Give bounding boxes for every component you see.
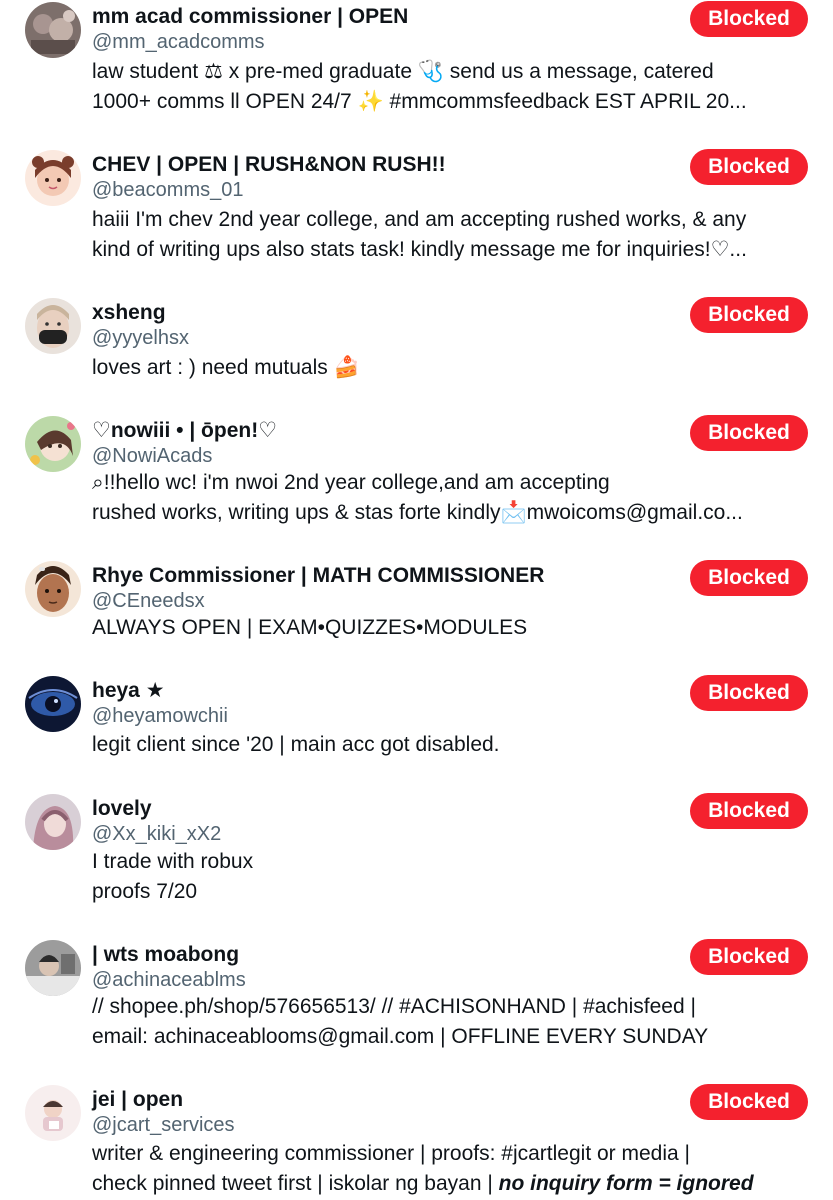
username[interactable]: @yyyelhsx	[92, 326, 189, 350]
username[interactable]: @achinaceablms	[92, 968, 246, 992]
avatar[interactable]	[25, 2, 81, 58]
avatar[interactable]	[25, 150, 81, 206]
display-name[interactable]: ♡nowiii • | ōpen!♡	[92, 418, 277, 444]
avatar[interactable]	[25, 561, 81, 617]
bio-line: rushed works, writing ups & stas forte k…	[92, 501, 743, 524]
bio-line: proofs 7/20	[92, 880, 198, 903]
username[interactable]: @NowiAcads	[92, 444, 212, 468]
bio-line: ALWAYS OPEN | EXAM•QUIZZES•MODULES	[92, 616, 528, 639]
username[interactable]: @Xx_kiki_xX2	[92, 822, 221, 846]
user-bio: ⌕!!hello wc! i'm nwoi 2nd year college,a…	[92, 468, 812, 528]
bio-line: ⌕!!hello wc! i'm nwoi 2nd year college,a…	[92, 471, 610, 494]
bio-line: 1000+ comms ll OPEN 24/7 ✨ #mmcommsfeedb…	[92, 90, 747, 113]
bio-emphasis: no inquiry form = ignored	[498, 1172, 754, 1195]
username[interactable]: @heyamowchii	[92, 704, 228, 728]
blocked-button[interactable]: Blocked	[690, 675, 808, 711]
user-bio: law student ⚖ x pre-med graduate 🩺 send …	[92, 57, 812, 117]
avatar[interactable]	[25, 940, 81, 996]
username[interactable]: @beacomms_01	[92, 178, 243, 202]
display-name[interactable]: mm acad commissioner | OPEN	[92, 4, 408, 30]
avatar[interactable]	[25, 416, 81, 472]
display-name[interactable]: lovely	[92, 796, 152, 822]
username[interactable]: @CEneedsx	[92, 589, 205, 613]
avatar[interactable]	[25, 1085, 81, 1141]
user-bio: I trade with robux proofs 7/20	[92, 847, 812, 907]
user-bio: legit client since '20 | main acc got di…	[92, 730, 812, 760]
user-bio: haiii I'm chev 2nd year college, and am …	[92, 205, 812, 265]
bio-line: law student ⚖ x pre-med graduate 🩺 send …	[92, 60, 714, 83]
bio-line: // shopee.ph/shop/576656513/ // #ACHISON…	[92, 995, 696, 1018]
display-name[interactable]: xsheng	[92, 300, 166, 326]
bio-line: email: achinaceablooms@gmail.com | OFFLI…	[92, 1025, 709, 1048]
display-name[interactable]: Rhye Commissioner | MATH COMMISSIONER	[92, 563, 544, 589]
bio-line: I trade with robux	[92, 850, 254, 873]
bio-line-text: check pinned tweet first | iskolar ng ba…	[92, 1172, 499, 1195]
avatar[interactable]	[25, 298, 81, 354]
display-name[interactable]: heya ★	[92, 678, 165, 704]
blocked-button[interactable]: Blocked	[690, 297, 808, 333]
blocked-button[interactable]: Blocked	[690, 1084, 808, 1120]
bio-line: legit client since '20 | main acc got di…	[92, 733, 500, 756]
display-name[interactable]: jei | open	[92, 1087, 183, 1113]
user-bio: loves art : ) need mutuals 🍰	[92, 353, 812, 383]
username[interactable]: @mm_acadcomms	[92, 30, 265, 54]
blocked-button[interactable]: Blocked	[690, 793, 808, 829]
bio-line: kind of writing ups also stats task! kin…	[92, 238, 747, 261]
avatar[interactable]	[25, 794, 81, 850]
blocked-button[interactable]: Blocked	[690, 939, 808, 975]
bio-line: writer & engineering commissioner | proo…	[92, 1142, 690, 1165]
bio-line: haiii I'm chev 2nd year college, and am …	[92, 208, 747, 231]
bio-line: check pinned tweet first | iskolar ng ba…	[92, 1169, 812, 1199]
display-name[interactable]: | wts moabong	[92, 942, 239, 968]
blocked-button[interactable]: Blocked	[690, 560, 808, 596]
avatar[interactable]	[25, 676, 81, 732]
bio-line: loves art : ) need mutuals 🍰	[92, 356, 360, 379]
display-name[interactable]: CHEV | OPEN | RUSH&NON RUSH!!	[92, 152, 446, 178]
username[interactable]: @jcart_services	[92, 1113, 235, 1137]
blocked-button[interactable]: Blocked	[690, 149, 808, 185]
blocked-button[interactable]: Blocked	[690, 415, 808, 451]
user-bio: ALWAYS OPEN | EXAM•QUIZZES•MODULES	[92, 613, 812, 643]
user-bio: // shopee.ph/shop/576656513/ // #ACHISON…	[92, 992, 812, 1052]
blocked-button[interactable]: Blocked	[690, 1, 808, 37]
user-bio: writer & engineering commissioner | proo…	[92, 1139, 812, 1199]
